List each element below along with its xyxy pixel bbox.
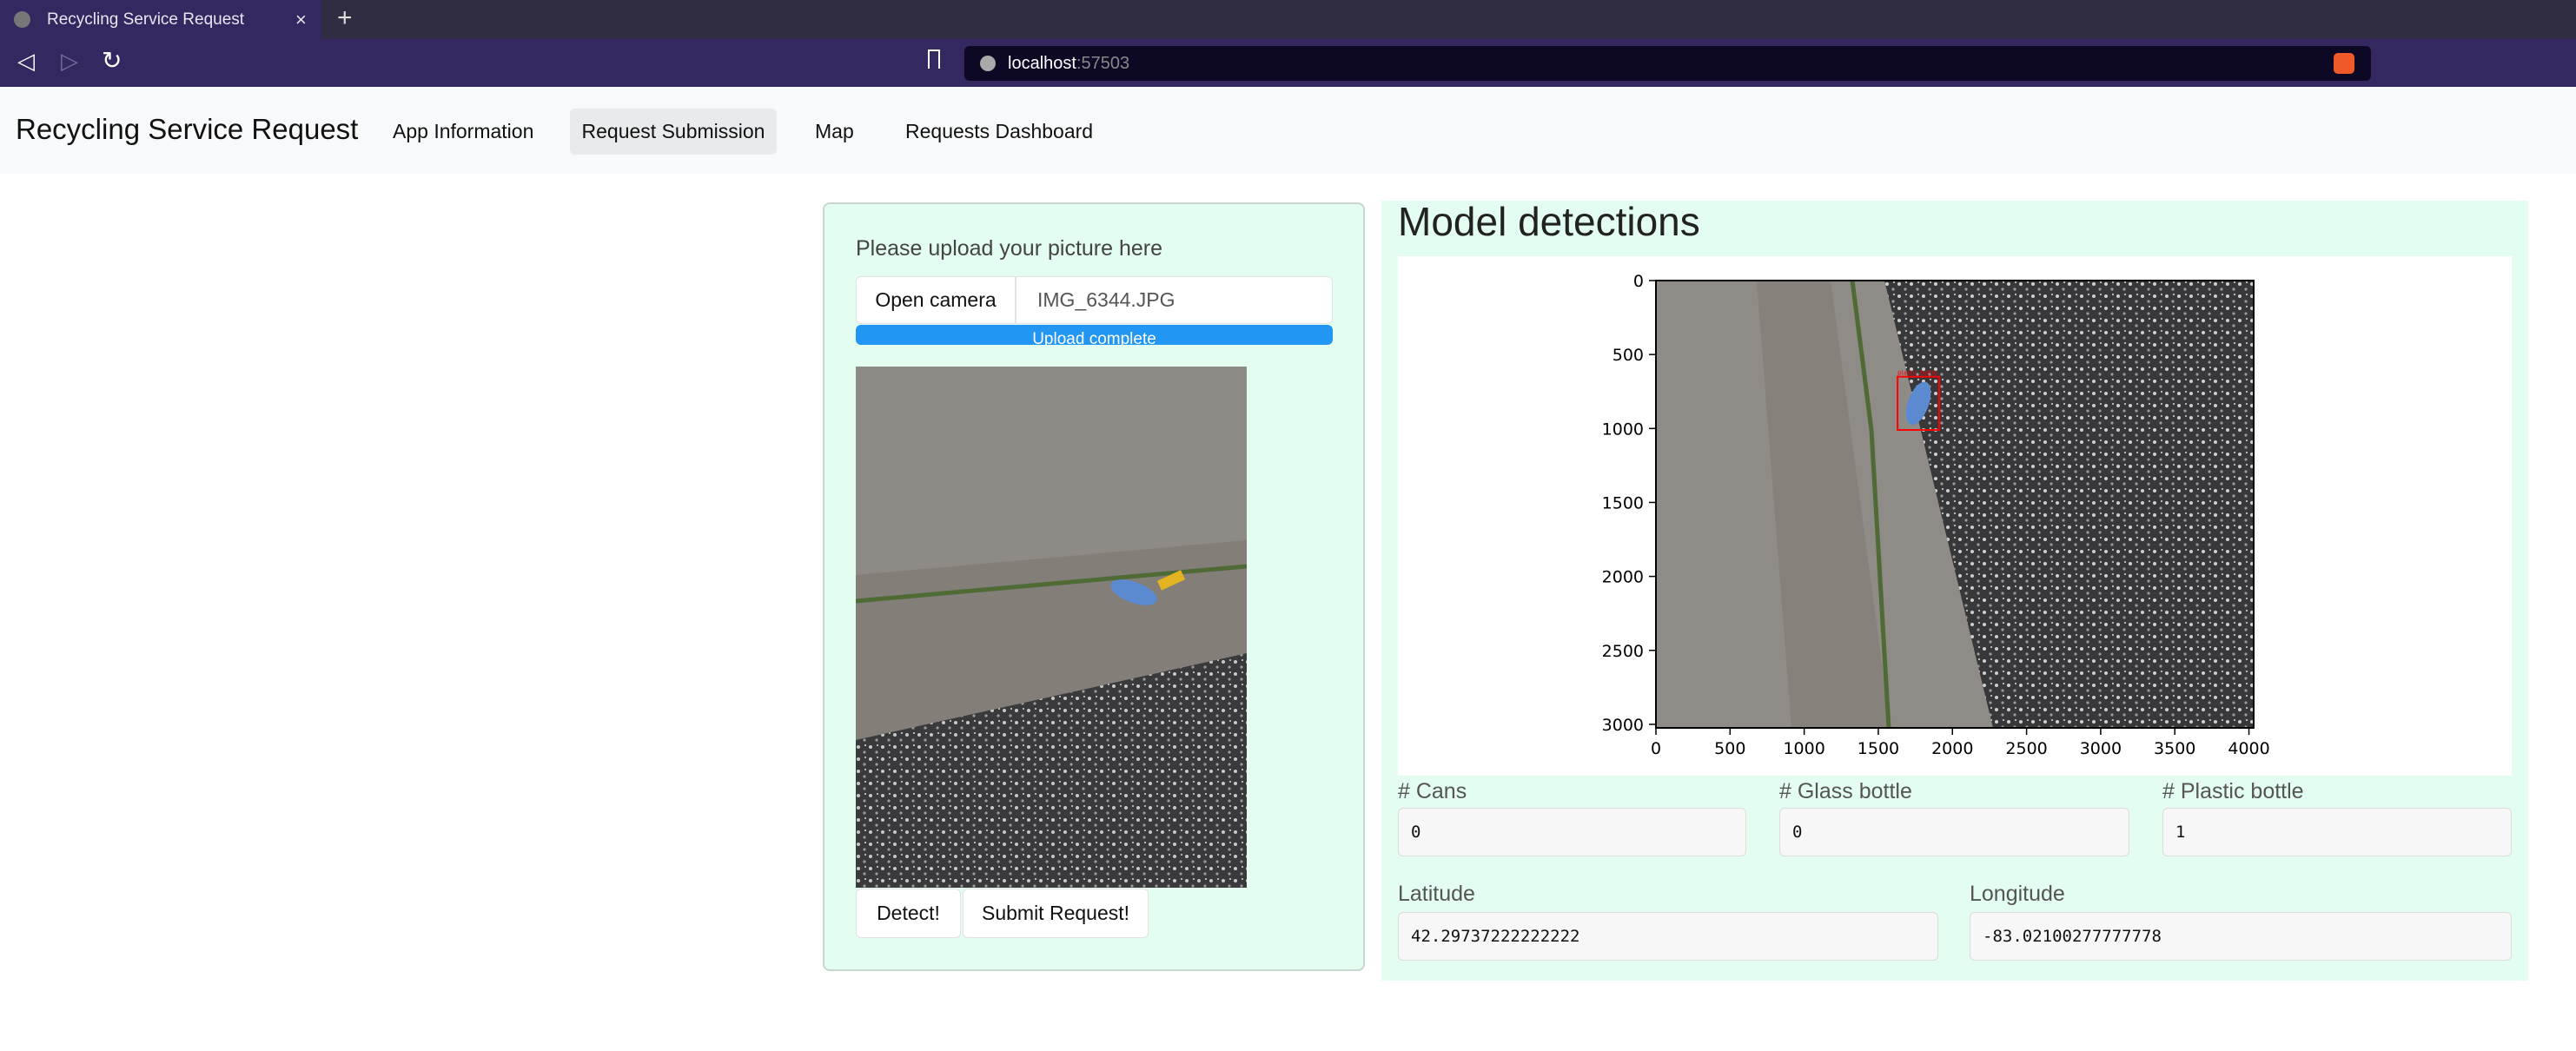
plastic-bottle-label: # Plastic bottle: [2162, 779, 2304, 803]
glass-bottle-label: # Glass bottle: [1779, 779, 1912, 803]
reload-icon[interactable]: ↻: [102, 46, 122, 75]
app-brand[interactable]: Recycling Service Request: [16, 113, 358, 146]
upload-prompt: Please upload your picture here: [856, 236, 1163, 261]
x-tick-label: 1500: [1858, 739, 1899, 758]
uploaded-photo: [856, 367, 1247, 888]
progress-text: Upload complete: [1032, 330, 1156, 345]
x-tick-label: 1000: [1783, 739, 1824, 758]
globe-icon: [14, 11, 30, 28]
x-tick-label: 2000: [1931, 739, 1973, 758]
forward-icon[interactable]: ▷: [61, 48, 78, 75]
latitude-label: Latitude: [1398, 882, 1475, 906]
x-tick-label: 3500: [2154, 739, 2195, 758]
info-icon[interactable]: [980, 56, 996, 71]
nav-app-information[interactable]: App Information: [377, 109, 549, 155]
y-tick-label: 500: [1612, 346, 1644, 365]
submit-request-button[interactable]: Submit Request!: [963, 889, 1149, 938]
y-tick-label: 0: [1633, 272, 1644, 291]
browser-tab[interactable]: Recycling Service Request ×: [0, 0, 321, 39]
upload-progress-bar: Upload complete: [856, 325, 1333, 345]
nav-requests-dashboard[interactable]: Requests Dashboard: [890, 109, 1109, 155]
longitude-label: Longitude: [1970, 882, 2065, 906]
browser-tab-bar: Recycling Service Request × +: [0, 0, 2576, 39]
y-tick-label: 3000: [1602, 716, 1644, 735]
x-tick-label: 500: [1714, 739, 1745, 758]
address-bar[interactable]: localhost:57503: [964, 46, 2371, 81]
y-tick-label: 2000: [1602, 568, 1644, 587]
x-tick-label: 0: [1651, 739, 1661, 758]
tab-title: Recycling Service Request: [47, 10, 245, 29]
back-icon[interactable]: ◁: [17, 48, 35, 75]
x-tick-label: 4000: [2228, 739, 2269, 758]
url-host: localhost: [1008, 54, 1076, 73]
bookmark-icon[interactable]: [928, 50, 940, 69]
close-tab-icon[interactable]: ×: [295, 0, 307, 39]
y-tick-label: 2500: [1602, 642, 1644, 661]
detect-button[interactable]: Detect!: [856, 889, 961, 938]
glass-bottle-count-field[interactable]: 0: [1779, 808, 2129, 856]
file-name-input[interactable]: IMG_6344.JPG: [1016, 276, 1333, 324]
detection-box-label: plastic bottle: [1897, 370, 1937, 377]
nav-map[interactable]: Map: [799, 109, 870, 155]
new-tab-icon[interactable]: +: [337, 3, 353, 33]
plastic-bottle-count-field[interactable]: 1: [2162, 808, 2512, 856]
open-camera-button[interactable]: Open camera: [856, 276, 1016, 324]
detection-image: [1656, 280, 2254, 729]
x-tick-label: 2500: [2005, 739, 2047, 758]
y-tick-label: 1000: [1602, 420, 1644, 439]
cans-label: # Cans: [1398, 779, 1467, 803]
detection-plot: 0 500 1000 1500 2000 2500 3000 3500 4000 0 500 1000…: [1602, 272, 2270, 758]
detections-title: Model detections: [1398, 199, 1700, 244]
brave-shield-icon[interactable]: [2334, 53, 2354, 74]
longitude-field[interactable]: -83.02100277777778: [1970, 912, 2512, 961]
cans-count-field[interactable]: 0: [1398, 808, 1746, 856]
y-tick-label: 1500: [1602, 493, 1644, 512]
x-tick-label: 3000: [2080, 739, 2122, 758]
latitude-field[interactable]: 42.29737222222222: [1398, 912, 1938, 961]
url-port: :57503: [1076, 54, 1130, 73]
nav-request-submission[interactable]: Request Submission: [570, 109, 777, 155]
